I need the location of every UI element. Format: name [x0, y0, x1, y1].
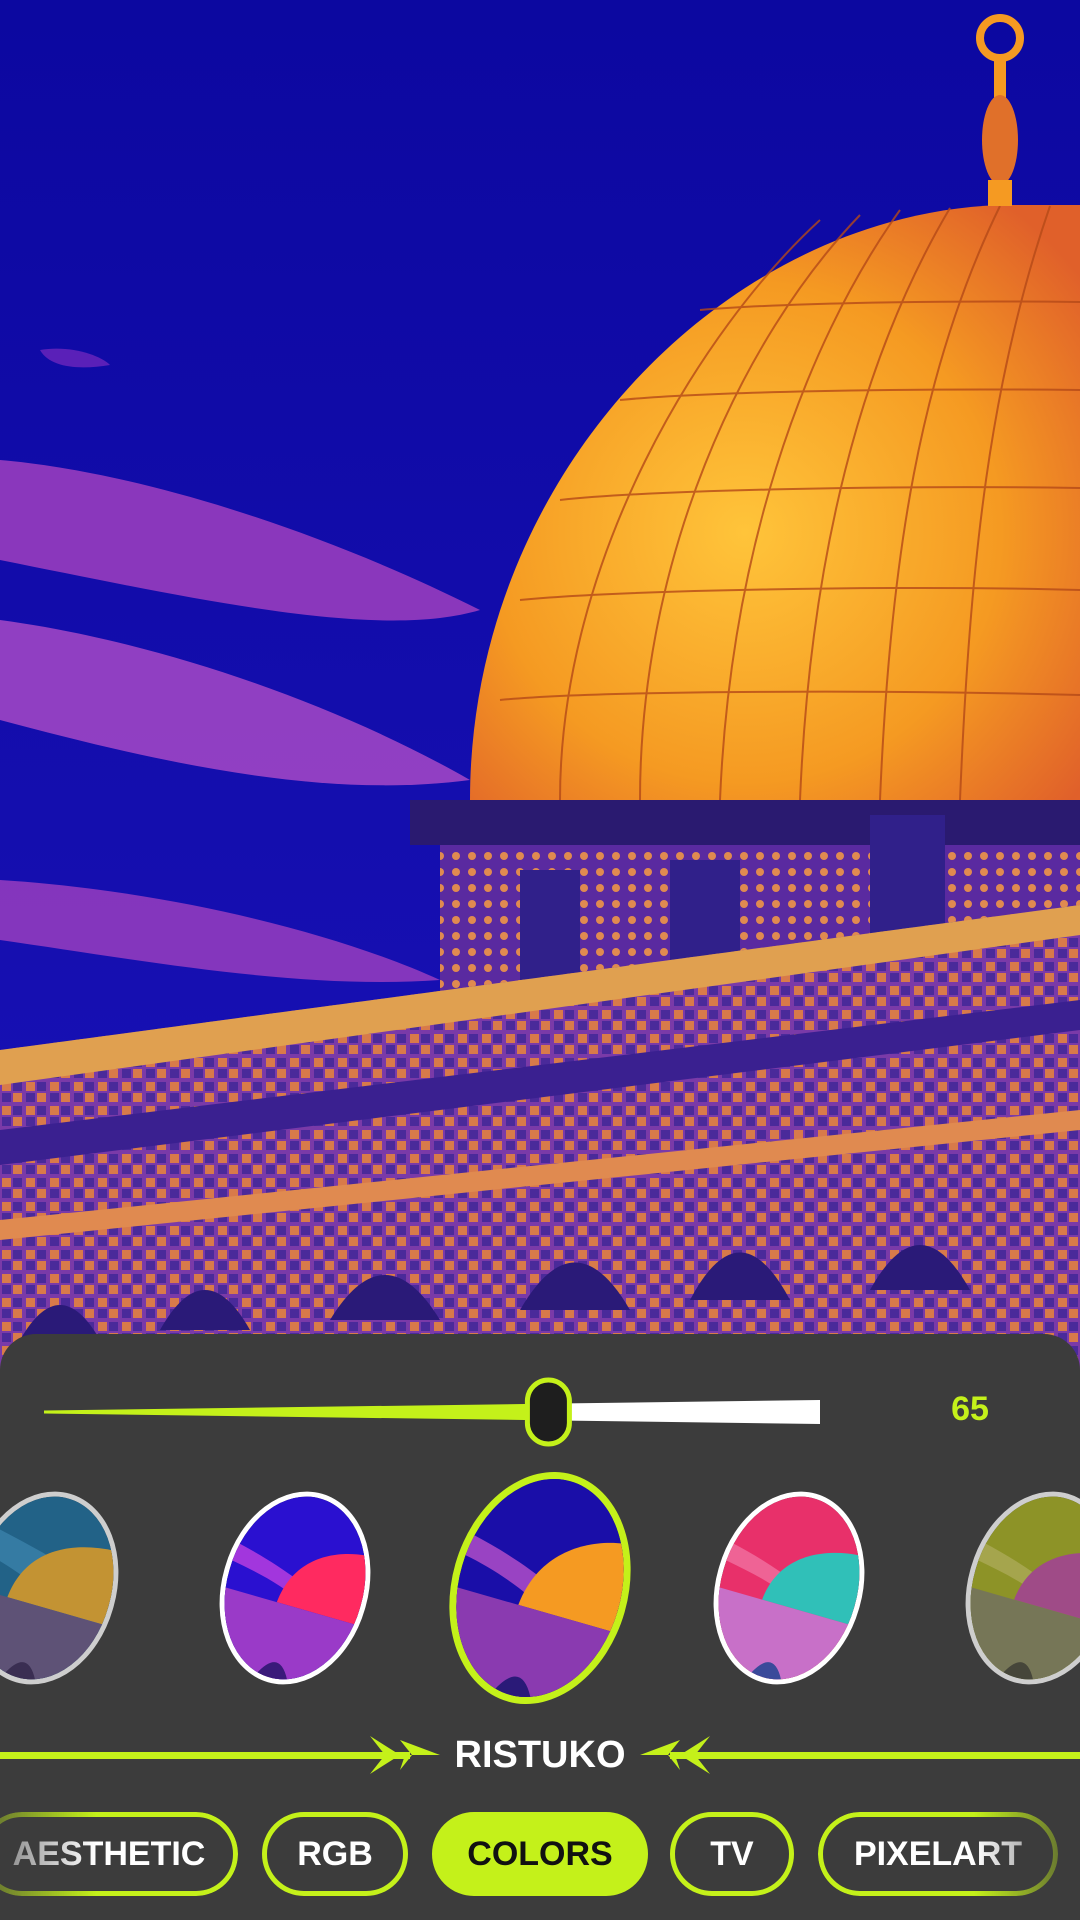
selected-filter-name: RISTUKO [454, 1734, 626, 1776]
filter-thumb-green[interactable] [943, 1473, 1080, 1703]
category-tab-aesthetic[interactable]: AESTHETIC [0, 1812, 238, 1896]
filter-thumb-gold[interactable] [0, 1473, 141, 1703]
filter-thumb-teal[interactable] [691, 1473, 887, 1703]
category-tab-tv[interactable]: TV [670, 1812, 794, 1896]
slider-track-filled [44, 1403, 549, 1421]
filter-thumb-ristuko[interactable] [422, 1450, 658, 1726]
filter-thumb-red[interactable] [197, 1473, 393, 1703]
category-tab-pixelart[interactable]: PIXELART [818, 1812, 1058, 1896]
slider-track-empty [548, 1400, 820, 1424]
category-tab-rgb[interactable]: RGB [262, 1812, 408, 1896]
intensity-value: 65 [951, 1390, 989, 1428]
editor-screen: 65 RISTUKO AESTHETIC RGB COLORS TV PIXEL… [0, 0, 1080, 1920]
filter-thumbnails [0, 1450, 1080, 1726]
category-tabs: AESTHETIC RGB COLORS TV PIXELART [0, 1812, 1080, 1902]
arrow-right-indicator-icon [0, 1736, 440, 1774]
slider-handle[interactable] [524, 1377, 572, 1447]
edited-photo [0, 0, 1080, 1400]
category-tab-colors[interactable]: COLORS [432, 1812, 648, 1896]
arrow-left-indicator-icon [640, 1736, 1080, 1774]
